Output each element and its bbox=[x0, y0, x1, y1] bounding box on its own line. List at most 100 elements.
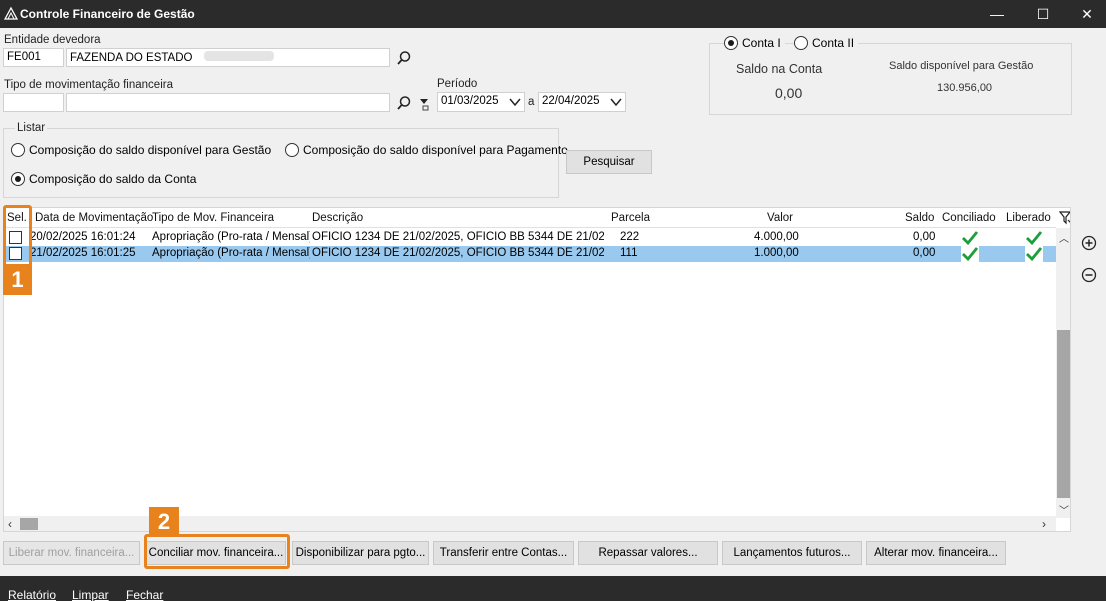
entidade-code-input[interactable]: FE001 bbox=[3, 48, 64, 67]
radio-saldo-pagamento[interactable]: Composição do saldo disponível para Paga… bbox=[285, 143, 568, 157]
listar-label: Listar bbox=[15, 122, 48, 134]
row-data: 20/02/2025 16:01:24 bbox=[30, 231, 136, 243]
radio-saldo-gestao-dot[interactable] bbox=[11, 143, 25, 157]
scroll-left-icon[interactable]: ‹ bbox=[8, 517, 12, 531]
scroll-right-icon[interactable]: › bbox=[1042, 517, 1046, 531]
periodo-end-input[interactable]: 22/04/2025 bbox=[538, 92, 626, 112]
row-saldo: 0,00 bbox=[913, 247, 936, 259]
conta-group bbox=[709, 43, 1072, 115]
close-button[interactable]: ✕ bbox=[1064, 0, 1106, 28]
scroll-up-icon[interactable]: ︿ bbox=[1059, 230, 1069, 245]
row-saldo: 0,00 bbox=[913, 231, 936, 243]
entidade-name-input[interactable]: FAZENDA DO ESTADO bbox=[66, 48, 390, 67]
app-logo-icon bbox=[4, 6, 18, 20]
grid-header: Sel. Data de Movimentação Tipo de Mov. F… bbox=[4, 208, 1056, 228]
radio-conta-1-label: Conta I bbox=[742, 36, 781, 50]
repassar-valores-button[interactable]: Repassar valores... bbox=[578, 541, 718, 565]
filter-dropdown-icon[interactable] bbox=[417, 96, 433, 112]
radio-conta-1[interactable]: Conta I bbox=[724, 36, 785, 50]
radio-saldo-gestao-label: Composição do saldo disponível para Gest… bbox=[29, 143, 272, 157]
fechar-menu-label: Fechar bbox=[126, 588, 164, 601]
periodo-start-input[interactable]: 01/03/2025 bbox=[437, 92, 525, 112]
bottom-menu-bar: Relatório Limpar Fechar bbox=[0, 576, 1106, 601]
col-descricao[interactable]: Descrição bbox=[312, 212, 363, 224]
pesquisar-button[interactable]: Pesquisar bbox=[566, 150, 652, 174]
liberado-check-icon bbox=[1026, 247, 1043, 261]
periodo-start-value: 01/03/2025 bbox=[441, 95, 499, 107]
row-valor: 1.000,00 bbox=[754, 247, 799, 259]
alterar-mov-button[interactable]: Alterar mov. financeira... bbox=[866, 541, 1006, 565]
radio-saldo-pagamento-dot[interactable] bbox=[285, 143, 299, 157]
chevron-down-icon[interactable] bbox=[509, 97, 521, 107]
saldo-conta-label: Saldo na Conta bbox=[736, 62, 823, 76]
title-bar: Controle Financeiro de Gestão — ☐ ✕ bbox=[0, 0, 1106, 28]
disponibilizar-pgto-button[interactable]: Disponibilizar para pgto... bbox=[292, 541, 429, 565]
row-parcela: 111 bbox=[620, 247, 638, 259]
row-tipo: Apropriação (Pro-rata / Mensal) bbox=[152, 247, 310, 259]
highlight-sel-column bbox=[3, 205, 32, 267]
col-saldo[interactable]: Saldo bbox=[905, 212, 934, 224]
row-descricao: OFÍCIO 1234 DE 21/02/2025, OFÍCIO BB 534… bbox=[312, 247, 604, 259]
col-parcela[interactable]: Parcela bbox=[611, 212, 650, 224]
radio-conta-2[interactable]: Conta II bbox=[794, 36, 859, 50]
remove-circle-icon[interactable] bbox=[1081, 267, 1097, 283]
row-valor: 4.000,00 bbox=[754, 231, 799, 243]
entidade-name-text: FAZENDA DO ESTADO bbox=[70, 52, 193, 64]
scroll-down-icon[interactable]: ﹀ bbox=[1059, 502, 1069, 517]
radio-conta-2-dot[interactable] bbox=[794, 36, 808, 50]
horizontal-scroll-thumb[interactable] bbox=[20, 518, 38, 530]
radio-conta-1-dot[interactable] bbox=[724, 36, 738, 50]
chevron-down-icon[interactable] bbox=[610, 97, 622, 107]
tipo-mov-code-input[interactable] bbox=[3, 93, 64, 112]
radio-conta-2-label: Conta II bbox=[812, 36, 855, 50]
movimentacoes-grid: Sel. Data de Movimentação Tipo de Mov. F… bbox=[3, 207, 1071, 532]
lancamentos-futuros-button[interactable]: Lançamentos futuros... bbox=[722, 541, 862, 565]
search-icon[interactable] bbox=[396, 50, 412, 66]
radio-saldo-conta-dot[interactable] bbox=[11, 172, 25, 186]
window-title: Controle Financeiro de Gestão bbox=[20, 7, 195, 21]
row-data: 21/02/2025 16:01:25 bbox=[30, 247, 136, 259]
col-liberado[interactable]: Liberado bbox=[1006, 212, 1051, 224]
step-marker-2: 2 bbox=[149, 507, 179, 536]
table-row[interactable]: 21/02/2025 16:01:25 Apropriação (Pro-rat… bbox=[4, 246, 1056, 262]
row-tipo: Apropriação (Pro-rata / Mensal) bbox=[152, 231, 310, 243]
col-data[interactable]: Data de Movimentação bbox=[35, 212, 153, 224]
column-filter-icon[interactable] bbox=[1059, 211, 1071, 225]
relatorio-menu-label: Relatório bbox=[8, 588, 57, 601]
transferir-contas-button[interactable]: Transferir entre Contas... bbox=[433, 541, 574, 565]
search-icon[interactable] bbox=[396, 95, 412, 111]
col-valor[interactable]: Valor bbox=[767, 212, 793, 224]
minimize-button[interactable]: — bbox=[974, 0, 1020, 28]
saldo-gestao-value: 130.956,00 bbox=[937, 82, 993, 94]
col-tipo[interactable]: Tipo de Mov. Financeira bbox=[152, 212, 274, 224]
step-marker-1: 1 bbox=[3, 265, 32, 295]
radio-saldo-conta-label: Composição do saldo da Conta bbox=[29, 172, 197, 186]
vertical-scrollbar[interactable]: ︿ ﹀ bbox=[1056, 228, 1070, 518]
periodo-end-value: 22/04/2025 bbox=[542, 95, 600, 107]
radio-saldo-gestao[interactable]: Composição do saldo disponível para Gest… bbox=[11, 143, 271, 157]
limpar-menu-label: Limpar bbox=[72, 588, 109, 601]
entidade-name-blurred bbox=[203, 51, 274, 61]
saldo-gestao-label: Saldo disponível para Gestão bbox=[889, 60, 1034, 72]
add-circle-icon[interactable] bbox=[1081, 235, 1097, 251]
vertical-scroll-thumb[interactable] bbox=[1057, 330, 1070, 498]
col-conciliado[interactable]: Conciliado bbox=[942, 212, 996, 224]
maximize-button[interactable]: ☐ bbox=[1020, 0, 1066, 28]
liberar-mov-button[interactable]: Liberar mov. financeira... bbox=[3, 541, 140, 565]
periodo-label: Período bbox=[437, 78, 478, 90]
tipo-mov-name-input[interactable] bbox=[66, 93, 390, 112]
periodo-separator: a bbox=[528, 96, 535, 108]
tipo-mov-label: Tipo de movimentação financeira bbox=[4, 79, 173, 91]
row-descricao: OFÍCIO 1234 DE 21/02/2025, OFÍCIO BB 534… bbox=[312, 231, 604, 243]
highlight-conciliar-button bbox=[144, 534, 290, 569]
radio-saldo-pagamento-label: Composição do saldo disponível para Paga… bbox=[303, 143, 568, 157]
radio-saldo-conta[interactable]: Composição do saldo da Conta bbox=[11, 172, 196, 186]
entidade-label: Entidade devedora bbox=[4, 34, 101, 46]
liberado-check-icon bbox=[1026, 231, 1043, 245]
saldo-conta-value: 0,00 bbox=[775, 85, 803, 101]
conciliado-check-icon bbox=[962, 231, 979, 245]
row-parcela: 222 bbox=[620, 231, 640, 243]
listar-group bbox=[3, 128, 559, 198]
table-row[interactable]: 20/02/2025 16:01:24 Apropriação (Pro-rat… bbox=[4, 230, 1056, 246]
conciliado-check-icon bbox=[962, 247, 979, 261]
